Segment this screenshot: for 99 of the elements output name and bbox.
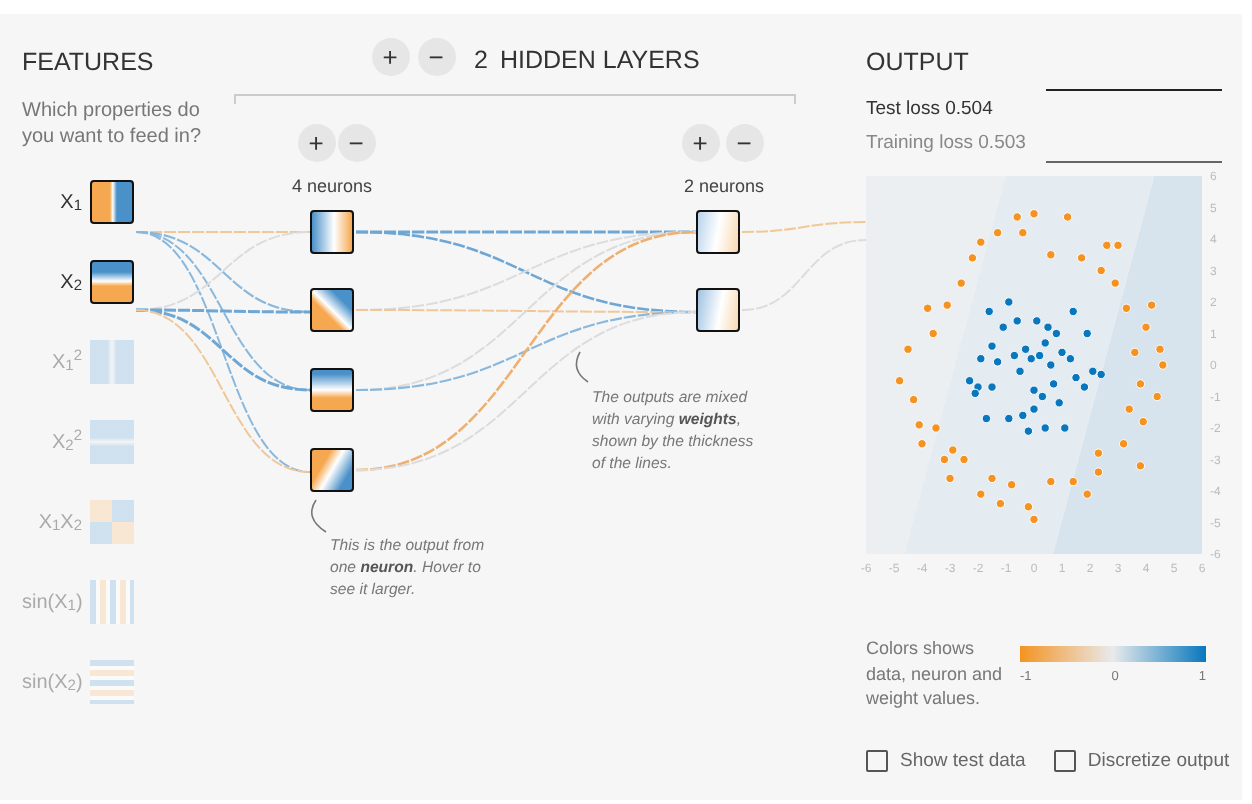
add-neuron-button[interactable]: + [681,123,719,161]
data-point [995,498,1006,509]
data-point [967,253,978,263]
data-point [992,357,1003,367]
data-point [1135,461,1146,471]
neuron-node[interactable] [310,368,354,412]
feature-node[interactable] [90,580,134,624]
data-point [903,344,913,354]
remove-layer-button[interactable]: − [417,37,455,75]
connection-line [741,221,867,233]
data-point [1040,423,1050,433]
data-point [1046,250,1056,260]
section-title: OUTPUT [866,46,971,78]
remove-neuron-button[interactable]: − [725,123,763,161]
data-point [942,300,952,310]
data-point [1068,306,1078,317]
data-point [1082,328,1092,339]
feature-node[interactable] [90,180,134,224]
checkbox[interactable] [866,750,888,773]
connection-line [741,239,867,311]
data-point [1060,423,1070,433]
neuron-node[interactable] [310,288,354,332]
data-point [1093,448,1104,458]
data-point [1068,476,1078,487]
neuron-node[interactable] [310,448,354,492]
legend-text: Colors shows data, neuron and weight values. [866,636,1005,711]
data-point [992,228,1003,238]
feature-node[interactable] [90,660,134,704]
feature-label: sin(X$_{1}$) [22,589,82,617]
data-point [1135,379,1146,389]
data-point [945,473,955,484]
section-title: HIDDEN LAYERS [500,44,700,78]
data-point [956,278,966,288]
data-point [1141,322,1151,332]
data-point [1062,212,1073,222]
data-point [1012,212,1022,222]
data-point [1054,398,1064,408]
data-point [1018,228,1028,238]
data-point [1096,265,1106,276]
data-point [1155,344,1165,354]
data-point [1152,391,1162,402]
data-point [908,394,919,405]
training-loss: Training loss 0.503 [866,130,1026,159]
data-point [1110,278,1120,288]
layer-count: 2 [474,44,488,78]
data-point [1029,209,1039,219]
feature-label: X$_{1}$X$_{2}$ [36,509,82,537]
data-point [914,420,924,430]
data-point [981,413,992,424]
data-point [928,328,938,339]
data-point [998,322,1008,332]
feature-node[interactable] [90,340,134,384]
data-point [1004,413,1014,424]
section-title: FEATURES [22,46,156,78]
feature-label: sin(X$_{2}$) [22,669,82,697]
section-subtitle: Which properties do you want to feed in? [22,98,204,150]
remove-neuron-button[interactable]: − [337,123,375,161]
data-point [894,376,905,386]
data-point [987,382,997,392]
data-point [976,237,986,247]
feature-label: X$_{1}$ [58,189,82,217]
data-point [984,306,994,317]
add-layer-button[interactable]: + [371,37,409,75]
data-point [987,473,997,484]
data-point [1118,439,1129,449]
checkbox[interactable] [1053,750,1076,773]
data-point [1082,489,1092,499]
data-point [1046,476,1056,487]
add-neuron-button[interactable]: + [297,123,335,161]
data-point [1124,404,1134,414]
data-point [1023,426,1034,436]
checkbox-label: Show test data [900,747,1026,775]
data-point [1004,297,1014,307]
data-point [917,439,927,449]
data-point [1076,253,1087,263]
feature-node[interactable] [90,500,134,544]
feature-label: X$_{2}$ [58,269,82,297]
data-point [1012,316,1022,326]
feature-node[interactable] [90,420,134,464]
data-point [1146,300,1157,310]
data-point [1006,480,1017,490]
feature-node[interactable] [90,260,134,304]
neuron-node[interactable] [696,210,740,254]
data-point [1130,347,1140,358]
data-point [922,303,933,313]
data-point [976,354,986,364]
data-point [1138,417,1148,427]
data-point [931,423,941,433]
data-point [976,489,986,499]
data-point [1093,467,1104,477]
neuron-count: 2 neurons [683,174,765,200]
test-loss: Test loss 0.504 [866,96,995,124]
data-point [1158,360,1168,370]
neuron-node[interactable] [696,288,740,332]
data-point [987,341,997,351]
neuron-node[interactable] [310,210,354,254]
data-point [1121,303,1132,313]
neuron-count: 4 neurons [291,174,373,200]
checkbox-label: Discretize output [1087,747,1230,775]
